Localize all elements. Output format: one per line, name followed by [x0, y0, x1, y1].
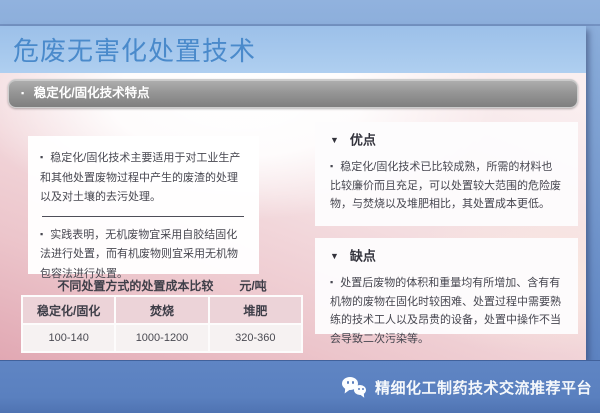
table-header-row: 稳定化/固化 焚烧 堆肥 — [23, 297, 301, 323]
triangle-marker-icon: ▼ — [330, 251, 339, 261]
wechat-icon — [342, 376, 367, 399]
left-paragraph-1: ▪ 稳定化/固化技术主要适用于对工业生产和其他处置废物过程中产生的废渣的处理以及… — [40, 148, 246, 208]
table-header-cell: 焚烧 — [116, 297, 207, 323]
disadvantages-heading: ▼缺点 — [330, 247, 563, 266]
footer-band: 精细化工制药技术交流推荐平台 — [0, 360, 600, 413]
slide-page: 危废无害化处置技术 ▪ 稳定化/固化技术特点 ▪ 稳定化/固化技术主要适用于对工… — [0, 26, 586, 360]
title-band: 危废无害化处置技术 — [0, 26, 586, 73]
paragraph-divider — [42, 216, 244, 217]
page-title: 危废无害化处置技术 — [0, 26, 586, 68]
cost-table-unit: 元/吨 — [239, 277, 266, 294]
square-bullet-icon: ▪ — [40, 152, 43, 162]
advantages-heading: ▼优点 — [330, 131, 563, 150]
square-bullet-icon: ▪ — [330, 161, 333, 171]
triangle-marker-icon: ▼ — [330, 135, 339, 145]
left-text-box: ▪ 稳定化/固化技术主要适用于对工业生产和其他处置废物过程中产生的废渣的处理以及… — [28, 136, 259, 274]
brand-text: 精细化工制药技术交流推荐平台 — [375, 377, 592, 398]
table-value-cell: 320-360 — [210, 325, 301, 351]
square-bullet-icon: ▪ — [330, 277, 333, 287]
table-header-cell: 稳定化/固化 — [23, 297, 114, 323]
advantages-text: ▪ 稳定化/固化技术已比较成熟，所需的材料也比较廉价而且充足，可以处置较大范围的… — [330, 157, 563, 214]
section-header-bar: ▪ 稳定化/固化技术特点 — [8, 79, 578, 108]
disadvantages-box: ▼缺点 ▪ 处置后废物的体积和重量均有所增加、含有有机物的废物在固化时较困难、处… — [315, 238, 578, 334]
slide-canvas: 危废无害化处置技术 ▪ 稳定化/固化技术特点 ▪ 稳定化/固化技术主要适用于对工… — [0, 0, 600, 413]
table-header-cell: 堆肥 — [210, 297, 301, 323]
left-paragraph-2: ▪ 实践表明，无机废物宜采用自胶结固化法进行处置，而有机废物则宜采用无机物包容法… — [40, 225, 246, 285]
slide-body: ▪ 稳定化/固化技术特点 ▪ 稳定化/固化技术主要适用于对工业生产和其他处置废物… — [0, 73, 586, 360]
table-value-cell: 100-140 — [23, 325, 114, 351]
cost-comparison-table: 稳定化/固化 焚烧 堆肥 100-140 1000-1200 320-360 — [21, 295, 303, 353]
square-bullet-icon: ▪ — [21, 88, 24, 98]
cost-table-title-text: 不同处置方式的处置成本比较 — [57, 277, 213, 294]
table-value-row: 100-140 1000-1200 320-360 — [23, 325, 301, 351]
advantages-box: ▼优点 ▪ 稳定化/固化技术已比较成熟，所需的材料也比较廉价而且充足，可以处置较… — [315, 122, 578, 226]
table-value-cell: 1000-1200 — [116, 325, 207, 351]
disadvantages-text: ▪ 处置后废物的体积和重量均有所增加、含有有机物的废物在固化时较困难、处置过程中… — [330, 273, 563, 348]
cost-table-title: 不同处置方式的处置成本比较 元/吨 — [21, 277, 303, 294]
wechat-small-bubble — [354, 385, 366, 395]
square-bullet-icon: ▪ — [40, 229, 43, 239]
section-header-label: 稳定化/固化技术特点 — [34, 86, 150, 100]
